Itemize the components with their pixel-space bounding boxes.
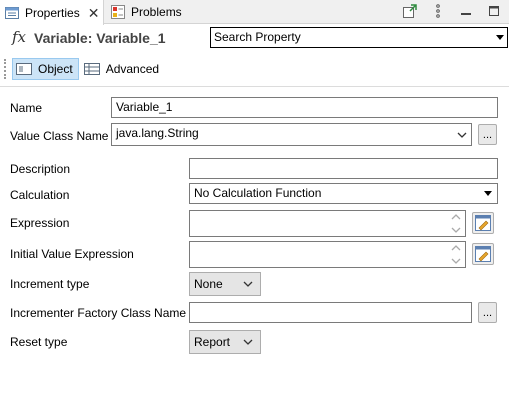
expression-editor-button[interactable] — [472, 212, 494, 234]
problems-icon — [111, 5, 125, 19]
initial-value-label: Initial Value Expression — [10, 247, 134, 261]
tab-problems-label: Problems — [131, 5, 182, 19]
chevron-down-icon — [239, 276, 257, 292]
object-tab-button[interactable]: Object — [12, 58, 79, 80]
expression-field[interactable] — [189, 210, 466, 237]
advanced-tab-button[interactable]: Advanced — [81, 58, 164, 80]
section-toolbar: Object Advanced — [4, 56, 164, 82]
page-title: Variable: Variable_1 — [34, 30, 166, 46]
name-label: Name — [10, 101, 43, 115]
properties-header: fx Variable: Variable_1 Search Property — [0, 25, 509, 51]
maximize-icon[interactable] — [487, 3, 501, 19]
search-property-text: Search Property — [214, 30, 301, 44]
fx-icon: fx — [12, 28, 27, 46]
browse-label: ... — [482, 306, 493, 319]
name-field[interactable]: Variable_1 — [111, 97, 498, 118]
incrementer-browse-button[interactable]: ... — [478, 302, 497, 323]
divider — [0, 86, 509, 87]
reset-type-label: Reset type — [10, 335, 68, 349]
calculation-value: No Calculation Function — [194, 186, 322, 200]
initial-value-field[interactable] — [189, 241, 466, 268]
chevron-down-icon[interactable] — [453, 124, 471, 145]
tab-properties-label: Properties — [25, 5, 80, 20]
chevron-down-icon — [484, 191, 492, 196]
expression-editor-icon — [475, 246, 491, 262]
minimize-icon[interactable] — [459, 3, 473, 19]
properties-icon — [5, 6, 19, 19]
expression-scroll[interactable] — [449, 213, 463, 234]
increment-type-combo[interactable]: None — [189, 272, 261, 296]
close-icon[interactable]: ✕ — [88, 6, 100, 20]
reset-type-combo[interactable]: Report — [189, 330, 261, 354]
chevron-down-icon — [239, 334, 257, 350]
object-icon — [16, 63, 32, 75]
scroll-up-icon — [451, 245, 461, 251]
increment-type-value: None — [194, 277, 223, 291]
calculation-label: Calculation — [10, 188, 70, 202]
expression-label: Expression — [10, 216, 70, 230]
view-tab-bar: Properties ✕ Problems — [0, 0, 509, 25]
tab-problems[interactable]: Problems — [106, 0, 196, 24]
incrementer-label: Incrementer Factory Class Name — [10, 306, 187, 320]
increment-type-label: Increment type — [10, 277, 90, 291]
name-value: Variable_1 — [116, 100, 173, 114]
description-field[interactable] — [189, 158, 498, 179]
scroll-down-icon — [451, 227, 461, 233]
scroll-up-icon — [451, 214, 461, 220]
tab-properties[interactable]: Properties ✕ — [0, 0, 104, 25]
expression-editor-icon — [475, 215, 491, 231]
browse-label: ... — [482, 128, 493, 141]
calculation-combo[interactable]: No Calculation Function — [189, 183, 498, 204]
view-toolbar — [403, 3, 501, 19]
chevron-down-icon — [496, 35, 504, 40]
value-class-label: Value Class Name — [10, 129, 109, 143]
advanced-tab-label: Advanced — [105, 62, 160, 76]
scroll-down-icon — [451, 258, 461, 264]
toolbar-grip — [4, 59, 6, 79]
value-class-browse-button[interactable]: ... — [478, 124, 497, 145]
initial-value-scroll[interactable] — [449, 244, 463, 265]
pin-view-icon[interactable] — [403, 3, 417, 19]
advanced-icon — [83, 63, 100, 75]
value-class-combo[interactable]: java.lang.String — [111, 123, 472, 146]
view-menu-icon[interactable] — [431, 3, 445, 19]
incrementer-field[interactable] — [189, 302, 472, 323]
object-tab-label: Object — [38, 62, 73, 76]
search-property-combo[interactable]: Search Property — [210, 27, 508, 48]
reset-type-value: Report — [194, 335, 231, 349]
description-label: Description — [10, 162, 71, 176]
value-class-value: java.lang.String — [116, 126, 199, 140]
initial-value-editor-button[interactable] — [472, 243, 494, 265]
